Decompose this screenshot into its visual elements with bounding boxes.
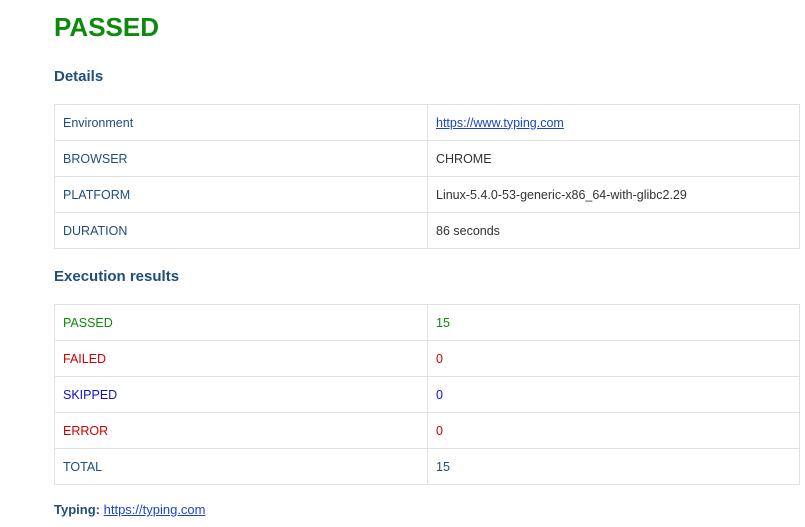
error-count: 0 — [427, 412, 800, 449]
skipped-label: SKIPPED — [54, 376, 428, 413]
results-table: PASSED 15 FAILED 0 SKIPPED 0 ERROR 0 TOT… — [54, 304, 800, 485]
total-count: 15 — [427, 448, 800, 485]
details-heading: Details — [54, 68, 104, 85]
table-row: Environment https://www.typing.com — [54, 104, 800, 141]
platform-label: PLATFORM — [54, 176, 428, 213]
details-table: Environment https://www.typing.com BROWS… — [54, 104, 800, 249]
failed-count: 0 — [427, 340, 800, 377]
failed-label: FAILED — [54, 340, 428, 377]
duration-value: 86 seconds — [427, 212, 800, 249]
error-label: ERROR — [54, 412, 428, 449]
browser-value: CHROME — [427, 140, 800, 177]
execution-results-heading: Execution results — [54, 268, 180, 285]
table-row: BROWSER CHROME — [54, 140, 800, 177]
browser-label: BROWSER — [54, 140, 428, 177]
table-row: FAILED 0 — [54, 340, 800, 377]
report-page: PASSED Details Environment https://www.t… — [0, 0, 805, 527]
environment-label: Environment — [54, 104, 428, 141]
table-row: DURATION 86 seconds — [54, 212, 800, 249]
footer: Typing: https://typing.com — [54, 502, 206, 517]
passed-count: 15 — [427, 304, 800, 341]
table-row: PASSED 15 — [54, 304, 800, 341]
footer-link[interactable]: https://typing.com — [104, 502, 206, 517]
table-row: SKIPPED 0 — [54, 376, 800, 413]
environment-link[interactable]: https://www.typing.com — [436, 116, 564, 130]
status-title: PASSED — [54, 12, 159, 42]
duration-label: DURATION — [54, 212, 428, 249]
total-label: TOTAL — [54, 448, 428, 485]
platform-value: Linux-5.4.0-53-generic-x86_64-with-glibc… — [427, 176, 800, 213]
passed-label: PASSED — [54, 304, 428, 341]
table-row: TOTAL 15 — [54, 448, 800, 485]
table-row: ERROR 0 — [54, 412, 800, 449]
footer-label: Typing: — [54, 502, 100, 517]
environment-value: https://www.typing.com — [427, 104, 800, 141]
skipped-count: 0 — [427, 376, 800, 413]
table-row: PLATFORM Linux-5.4.0-53-generic-x86_64-w… — [54, 176, 800, 213]
